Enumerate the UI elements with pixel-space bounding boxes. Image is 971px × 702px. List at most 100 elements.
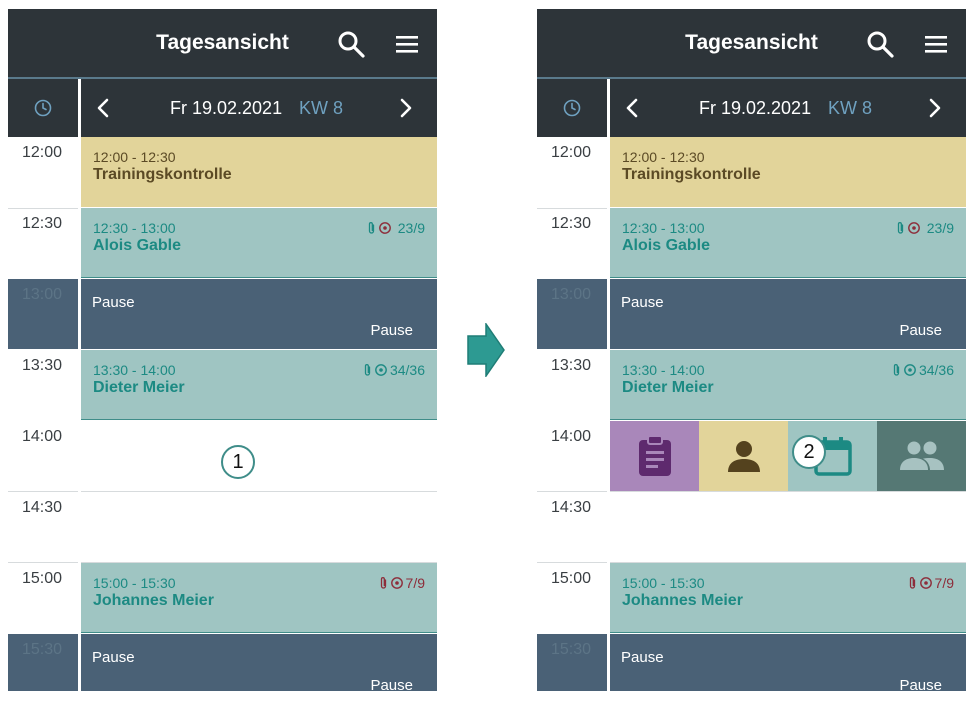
appointment-time: 12:30 - 13:00 [622,220,705,236]
pause-label: Pause [899,677,942,691]
pause-label: Pause [370,677,413,691]
group-icon [899,441,944,470]
app-bar: Tagesansicht [8,9,437,77]
time-label: 13:00 [551,286,592,303]
target-icon [390,577,403,589]
paperclip-icon [897,222,903,234]
appointment-meta: 7/9 [908,575,954,591]
arrow-right-icon [467,323,505,377]
divider [607,79,610,137]
appointment-title: Dieter Meier [93,379,185,396]
time-label: 13:30 [551,357,592,374]
clock-icon[interactable] [563,99,581,117]
appointment-meta: 34/36 [892,362,954,378]
time-label: 14:30 [551,499,592,516]
time-label: 14:00 [551,428,592,445]
clock-icon[interactable] [34,99,52,117]
time-label: 12:00 [551,144,592,161]
appointment-count: 23/9 [926,220,954,236]
time-label: 12:00 [22,144,63,161]
time-label: 14:00 [22,428,63,445]
target-icon [375,364,387,376]
time-label: 12:30 [551,215,592,232]
calendar-week: KW 8 [828,98,873,118]
appointment-time: 13:30 - 14:00 [622,362,705,378]
appointment-title: Alois Gable [93,237,182,254]
pause-block[interactable]: Pause Pause [81,634,437,691]
pause-label: Pause [621,294,664,311]
pause-block[interactable]: Pause Pause [81,279,437,349]
appointment-meta: 23/9 [367,220,425,236]
page-title: Tagesansicht [685,31,818,54]
menu-icon[interactable] [923,31,949,57]
time-label: 15:30 [22,641,63,658]
time-label: 13:00 [22,286,63,303]
pause-label: Pause [92,649,135,666]
target-icon [904,364,916,376]
current-date: Fr 19.02.2021 [699,98,812,118]
divider [78,79,81,137]
day-schedule: 12:00 12:30 13:00 13:30 14:00 14:30 15:0… [8,137,437,691]
pause-block[interactable]: Pause Pause [610,634,966,691]
date-navigation-bar: Fr 19.02.2021 KW 8 [8,79,437,137]
step-badge: 1 [221,445,255,479]
appointment-johannes-meier[interactable]: 15:00 - 15:30 Johannes Meier 7/9 [610,563,966,633]
pause-label: Pause [370,322,413,339]
appointment-time: 12:00 - 12:30 [622,149,705,165]
appointment-trainingskontrolle[interactable]: 12:00 - 12:30 Trainingskontrolle [81,137,437,207]
menu-icon[interactable] [394,31,420,57]
appointment-alois-gable[interactable]: 12:30 - 13:00 Alois Gable 23/9 [610,208,966,278]
time-column-divider [607,137,610,691]
appointment-meta: 34/36 [363,362,425,378]
new-client-appointment-button[interactable] [699,421,788,491]
appointment-title: Johannes Meier [622,592,743,609]
appointment-trainingskontrolle[interactable]: 12:00 - 12:30 Trainingskontrolle [610,137,966,207]
appointment-title: Dieter Meier [622,379,714,396]
paperclip-icon [380,577,386,589]
time-label: 13:30 [22,357,63,374]
search-icon[interactable] [865,29,895,59]
appointment-title: Alois Gable [622,237,711,254]
chevron-right-icon[interactable] [399,98,413,118]
appointment-dieter-meier[interactable]: 13:30 - 14:00 Dieter Meier 34/36 [610,350,966,420]
calendar-week: KW 8 [299,98,344,118]
current-date: Fr 19.02.2021 [170,98,283,118]
time-label: 15:30 [551,641,592,658]
pause-label: Pause [621,649,664,666]
phone-screen-before: Tagesansicht Fr 19.02.2021 KW 8 12:00 12… [8,9,437,691]
new-task-button[interactable] [610,421,699,491]
appointment-title: Trainingskontrolle [93,166,232,183]
paperclip-icon [909,577,915,589]
appointment-time: 12:00 - 12:30 [93,149,176,165]
appointment-johannes-meier[interactable]: 15:00 - 15:30 Johannes Meier 7/9 [81,563,437,633]
appointment-time: 13:30 - 14:00 [93,362,176,378]
paperclip-icon [893,364,900,376]
appointment-count: 34/36 [389,362,425,378]
appointment-time: 15:00 - 15:30 [93,575,176,591]
page-title: Tagesansicht [156,31,289,54]
appointment-count: 34/36 [918,362,954,378]
appointment-count: 23/9 [397,220,425,236]
chevron-left-icon[interactable] [96,98,110,118]
clipboard-icon [638,435,671,476]
row-divider [537,491,966,492]
pause-block[interactable]: Pause Pause [610,279,966,349]
empty-slot[interactable] [81,421,437,492]
time-label: 15:00 [22,570,63,587]
appointment-meta: 23/9 [896,220,954,236]
search-icon[interactable] [336,29,366,59]
time-column-divider [78,137,81,691]
new-group-appointment-button[interactable] [877,421,966,491]
appointment-alois-gable[interactable]: 12:30 - 13:00 Alois Gable 23/9 [81,208,437,278]
appointment-title: Johannes Meier [93,592,214,609]
chevron-left-icon[interactable] [625,98,639,118]
time-label: 14:30 [22,499,63,516]
time-label: 15:00 [551,570,592,587]
step-badge: 2 [792,435,826,469]
app-bar: Tagesansicht [537,9,966,77]
appointment-dieter-meier[interactable]: 13:30 - 14:00 Dieter Meier 34/36 [81,350,437,420]
chevron-right-icon[interactable] [928,98,942,118]
pause-label: Pause [92,294,135,311]
quick-action-bar [610,421,966,491]
appointment-count: 7/9 [934,575,954,591]
